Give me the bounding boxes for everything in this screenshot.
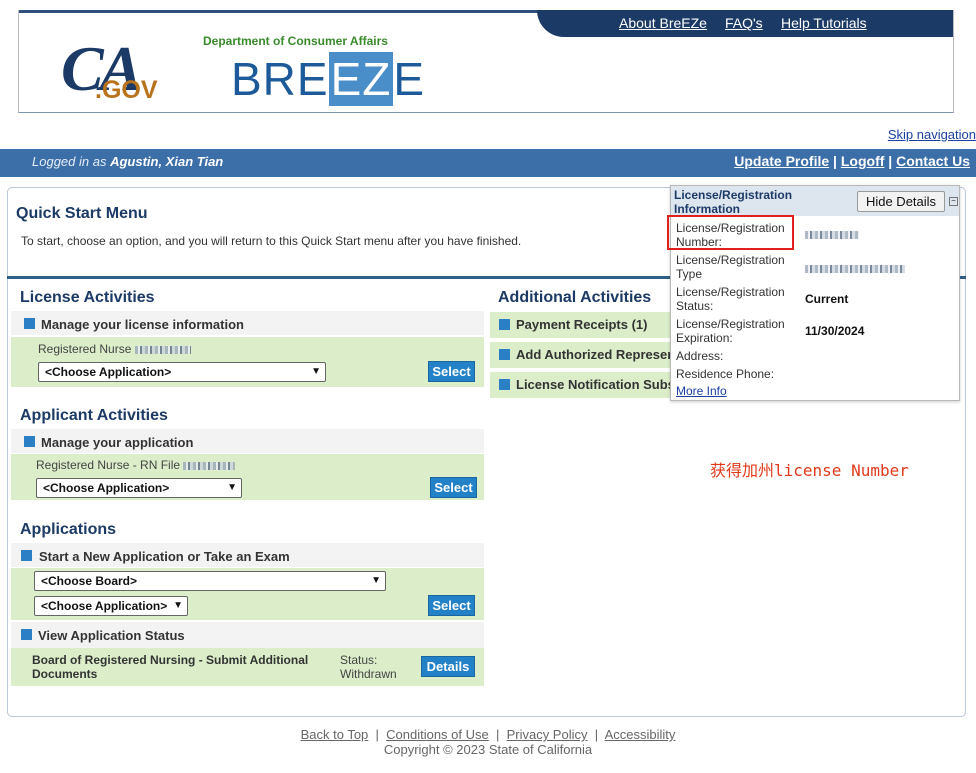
license-select-button[interactable]: Select xyxy=(428,361,475,382)
license-type-key: License/Registration Type xyxy=(676,253,785,281)
applicant-activities-heading: Applicant Activities xyxy=(20,407,168,424)
square-bullet-icon xyxy=(21,550,32,561)
back-to-top-link[interactable]: Back to Top xyxy=(301,727,369,742)
dropdown-arrow-icon: ▼ xyxy=(311,366,321,377)
square-bullet-icon xyxy=(24,436,35,447)
update-profile-link[interactable]: Update Profile xyxy=(734,153,829,169)
status-value: Withdrawn xyxy=(340,667,397,681)
hide-details-button[interactable]: Hide Details xyxy=(857,191,945,212)
user-name: Agustin, Xian Tian xyxy=(110,154,224,169)
footer-links: Back to Top | Conditions of Use | Privac… xyxy=(300,727,676,742)
collapse-icon[interactable]: − xyxy=(949,197,958,206)
payment-receipts-item[interactable]: Payment Receipts (1) xyxy=(490,312,670,338)
redacted-number xyxy=(805,230,859,239)
new-application-header: Start a New Application or Take an Exam xyxy=(11,543,484,567)
square-bullet-icon xyxy=(499,319,510,330)
view-status-label: View Application Status xyxy=(38,628,185,643)
applicant-item-label: Registered Nurse - RN File xyxy=(36,458,236,472)
view-status-header: View Application Status xyxy=(11,622,484,648)
license-item-text: Registered Nurse xyxy=(38,342,132,356)
manage-license-label: Manage your license information xyxy=(41,317,244,332)
logged-in-prefix: Logged in as xyxy=(32,154,107,169)
breeze-logo-part: E xyxy=(393,53,426,105)
manage-license-header: Manage your license information xyxy=(11,311,484,335)
ca-gov-logo[interactable]: CA .GOV xyxy=(61,32,171,107)
breeze-logo[interactable]: BREEZE xyxy=(231,52,425,106)
license-status-value: Current xyxy=(805,292,849,306)
breeze-logo-ez: EZ xyxy=(328,52,394,106)
square-bullet-icon xyxy=(499,349,510,360)
header-nav: About BreEZe FAQ's Help Tutorials xyxy=(537,10,953,37)
license-expiration-key: License/Registration Expiration: xyxy=(676,317,785,345)
applications-select-button[interactable]: Select xyxy=(428,595,475,616)
user-bar: Logged in as Agustin, Xian Tian Update P… xyxy=(0,149,976,177)
select-value: <Choose Application> xyxy=(41,599,168,613)
dropdown-arrow-icon: ▼ xyxy=(173,600,183,611)
nav-about-breeze[interactable]: About BreEZe xyxy=(619,15,707,31)
page-description: To start, choose an option, and you will… xyxy=(21,234,522,248)
license-type-value xyxy=(805,261,905,275)
skip-navigation-link[interactable]: Skip navigation xyxy=(888,127,976,142)
redacted-type xyxy=(805,264,905,273)
new-application-label: Start a New Application or Take an Exam xyxy=(39,549,290,564)
license-application-select[interactable]: <Choose Application> ▼ xyxy=(38,362,326,382)
residence-phone-key: Residence Phone: xyxy=(676,367,775,381)
site-header: CA .GOV Department of Consumer Affairs B… xyxy=(18,10,954,113)
status-item-name: Board of Registered Nursing - Submit Add… xyxy=(32,653,309,681)
accessibility-link[interactable]: Accessibility xyxy=(605,727,676,742)
payment-receipts-label: Payment Receipts (1) xyxy=(516,317,648,332)
highlight-box xyxy=(667,215,794,250)
details-button[interactable]: Details xyxy=(421,656,475,677)
nav-faqs[interactable]: FAQ's xyxy=(725,15,763,31)
redacted-number xyxy=(134,345,191,354)
choose-application-select[interactable]: <Choose Application> ▼ xyxy=(34,596,188,616)
logoff-link[interactable]: Logoff xyxy=(841,153,885,169)
redacted-number xyxy=(183,461,236,470)
conditions-of-use-link[interactable]: Conditions of Use xyxy=(386,727,489,742)
user-links: Update Profile | Logoff | Contact Us xyxy=(734,153,970,169)
footer: Back to Top | Conditions of Use | Privac… xyxy=(0,727,976,757)
status-label: Status: xyxy=(340,653,378,667)
manage-application-label: Manage your application xyxy=(41,435,194,450)
square-bullet-icon xyxy=(24,318,35,329)
license-activities-heading: License Activities xyxy=(20,289,155,306)
contact-us-link[interactable]: Contact Us xyxy=(896,153,970,169)
add-authorized-rep-item[interactable]: Add Authorized Represen xyxy=(490,342,670,368)
nav-help-tutorials[interactable]: Help Tutorials xyxy=(781,15,867,31)
license-status-key: License/Registration Status: xyxy=(676,285,785,313)
dept-name: Department of Consumer Affairs xyxy=(203,34,388,48)
license-notification-item[interactable]: License Notification Subs xyxy=(490,372,670,398)
add-authorized-rep-label: Add Authorized Represen xyxy=(516,347,670,362)
select-value: <Choose Board> xyxy=(41,574,138,588)
dropdown-arrow-icon: ▼ xyxy=(371,575,381,586)
square-bullet-icon xyxy=(21,629,32,640)
page-title: Quick Start Menu xyxy=(16,205,148,222)
dropdown-arrow-icon: ▼ xyxy=(227,482,237,493)
license-notification-label: License Notification Subs xyxy=(516,377,670,392)
applicant-select-button[interactable]: Select xyxy=(430,477,477,498)
applicant-item-text: Registered Nurse - RN File xyxy=(36,458,181,472)
status-text: Status: Withdrawn xyxy=(340,653,397,681)
annotation-text: 获得加州license Number xyxy=(710,461,909,480)
additional-activities-heading: Additional Activities xyxy=(498,289,652,306)
ca-logo-gov: .GOV xyxy=(95,76,158,104)
license-item-label: Registered Nurse xyxy=(38,342,191,356)
privacy-policy-link[interactable]: Privacy Policy xyxy=(507,727,588,742)
applications-heading: Applications xyxy=(20,521,117,538)
choose-board-select[interactable]: <Choose Board> ▼ xyxy=(34,571,386,591)
breeze-logo-part: BRE xyxy=(231,53,329,105)
logged-in-text: Logged in as Agustin, Xian Tian xyxy=(32,154,223,169)
square-bullet-icon xyxy=(499,379,510,390)
manage-application-header: Manage your application xyxy=(11,429,484,453)
popup-title: License/Registration Information xyxy=(674,188,793,216)
license-number-value xyxy=(805,227,859,241)
select-value: <Choose Application> xyxy=(45,365,172,379)
address-key: Address: xyxy=(676,349,724,363)
copyright: Copyright © 2023 State of California xyxy=(383,742,593,757)
select-value: <Choose Application> xyxy=(43,481,170,495)
more-info-link[interactable]: More Info xyxy=(676,384,727,398)
license-expiration-value: 11/30/2024 xyxy=(805,324,865,338)
applicant-application-select[interactable]: <Choose Application> ▼ xyxy=(36,478,242,498)
